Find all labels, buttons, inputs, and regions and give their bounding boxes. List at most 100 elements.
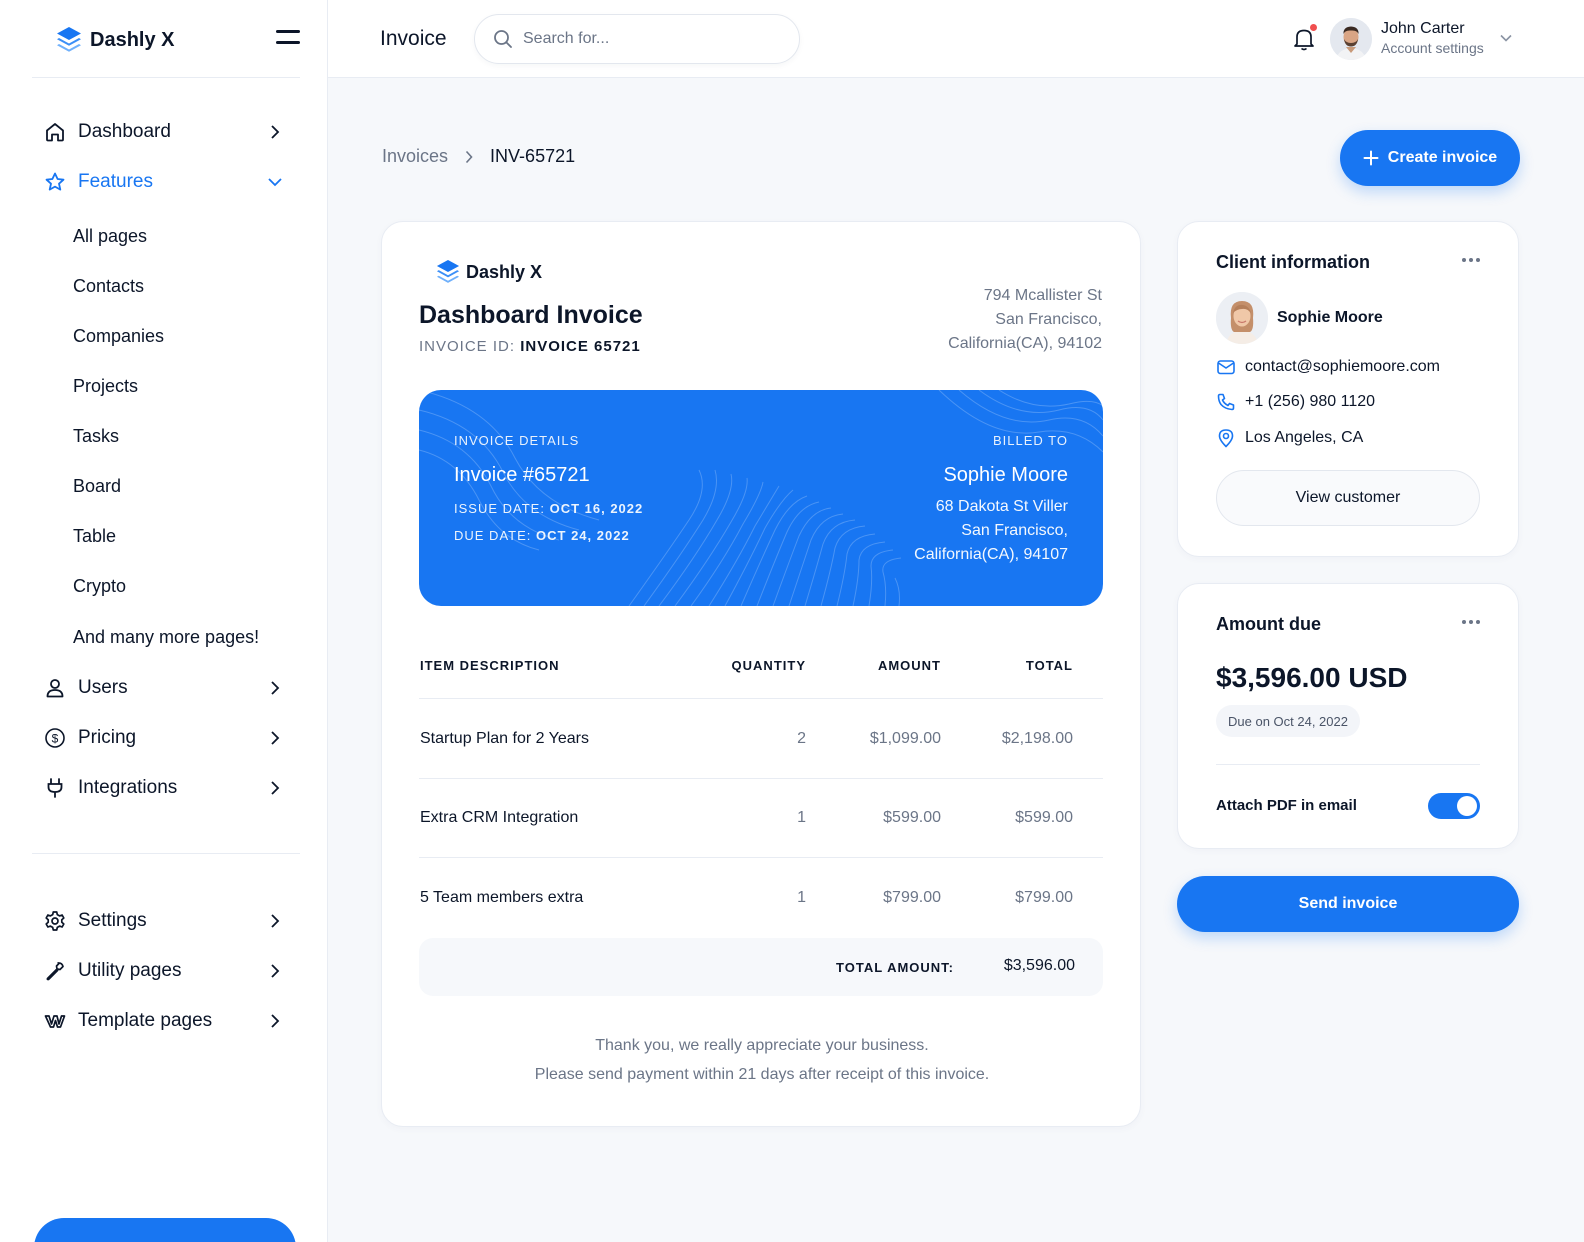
row-3-amount: $799.00 [883, 889, 941, 906]
column-header-amount: AMOUNT [877, 658, 941, 673]
total-amount-bar: TOTAL AMOUNT: $3,596.00 [419, 938, 1103, 996]
gear-icon [44, 910, 66, 932]
sidebar-subitem-all-pages[interactable]: All pages [73, 224, 147, 248]
search-box[interactable] [474, 14, 800, 64]
column-header-quantity: QUANTITY [731, 658, 806, 673]
chevron-right-icon [271, 681, 280, 695]
sidebar-subitem-companies[interactable]: Companies [73, 324, 164, 348]
user-name[interactable]: John Carter [1381, 20, 1465, 38]
menu-toggle-icon[interactable] [276, 30, 300, 48]
page-title: Invoice [380, 27, 447, 50]
attach-pdf-label: Attach PDF in email [1216, 797, 1357, 814]
table-divider [419, 857, 1103, 858]
row-3-description: 5 Team members extra [420, 889, 584, 906]
sidebar-item-pricing[interactable]: $ Pricing [44, 723, 284, 753]
sidebar-logo[interactable]: Dashly X [56, 24, 302, 56]
sidebar-item-integrations[interactable]: Integrations [44, 773, 284, 803]
create-invoice-button[interactable]: Create invoice [1340, 130, 1520, 186]
invoice-card: Dashly X Dashboard Invoice INVOICE ID: I… [381, 221, 1141, 1127]
billed-name: Sophie Moore [943, 464, 1068, 486]
user-icon [44, 677, 66, 699]
layers-logo-icon [436, 260, 460, 283]
billed-address: 68 Dakota St Viller San Francisco, Calif… [914, 498, 1068, 563]
invoice-id: INVOICE ID: INVOICE 65721 [419, 338, 641, 355]
row-3-total: $799.00 [1015, 889, 1073, 906]
invoice-details-panel: INVOICE DETAILS Invoice #65721 ISSUE DAT… [419, 390, 1103, 606]
billed-to: BILLED TO Sophie Moore 68 Dakota St Vill… [914, 433, 1068, 567]
sidebar-subitem-board[interactable]: Board [73, 474, 121, 498]
row-3-quantity: 1 [797, 889, 806, 906]
sidebar: Dashly X Dashboard Features All pages Co… [0, 0, 328, 1242]
sidebar-item-template-pages[interactable]: Template pages [44, 1006, 284, 1036]
avatar[interactable] [1330, 18, 1372, 60]
sidebar-subitem-more-pages[interactable]: And many more pages! [73, 625, 259, 649]
card-divider [1216, 764, 1480, 765]
invoice-details: INVOICE DETAILS Invoice #65721 ISSUE DAT… [454, 433, 643, 543]
sidebar-item-users[interactable]: Users [44, 673, 284, 703]
chevron-down-icon[interactable] [1498, 32, 1514, 44]
chevron-right-icon [271, 914, 280, 928]
payment-note: Please send payment within 21 days after… [534, 1066, 990, 1083]
invoice-number: Invoice #65721 [454, 464, 590, 486]
client-information-title: Client information [1216, 252, 1370, 272]
breadcrumb-invoices[interactable]: Invoices [382, 146, 448, 167]
company-address: 794 Mcallister St San Francisco, Califor… [948, 287, 1102, 352]
amount-due-title: Amount due [1216, 614, 1321, 634]
due-date: DUE DATE: OCT 24, 2022 [454, 528, 630, 543]
chevron-right-icon [271, 731, 280, 745]
amount-due-card: Amount due $3,596.00 USD Due on Oct 24, … [1177, 583, 1519, 849]
breadcrumb-current: INV-65721 [490, 146, 576, 166]
send-invoice-button[interactable]: Send invoice [1177, 876, 1519, 932]
client-phone[interactable]: +1 (256) 980 1120 [1245, 393, 1375, 411]
sidebar-bottom-button[interactable] [34, 1218, 296, 1242]
plug-icon [44, 777, 66, 799]
client-information-card: Client information Sophie Moore contact@… [1177, 221, 1519, 557]
sidebar-item-features[interactable]: Features [44, 167, 284, 197]
row-2-amount: $599.00 [883, 809, 941, 826]
sidebar-item-label: Features [78, 171, 153, 192]
svg-text:$: $ [52, 732, 59, 746]
invoice-title: Dashboard Invoice [419, 301, 643, 329]
sidebar-subitem-tasks[interactable]: Tasks [73, 424, 119, 448]
sidebar-subitem-crypto[interactable]: Crypto [73, 574, 126, 598]
row-2-total: $599.00 [1015, 809, 1073, 826]
notification-dot [1310, 24, 1317, 31]
row-2-description: Extra CRM Integration [420, 809, 579, 826]
row-2-quantity: 1 [797, 809, 806, 826]
billed-to-label: BILLED TO [993, 433, 1068, 448]
home-icon [44, 121, 66, 143]
client-email[interactable]: contact@sophiemoore.com [1245, 358, 1440, 376]
sidebar-item-settings[interactable]: Settings [44, 906, 284, 936]
sidebar-subitem-contacts[interactable]: Contacts [73, 274, 144, 298]
invoice-logo: Dashly X [436, 259, 542, 285]
sidebar-divider [32, 853, 300, 854]
attach-pdf-toggle[interactable] [1428, 793, 1480, 819]
row-1-quantity: 2 [797, 730, 806, 747]
search-input[interactable] [523, 30, 773, 48]
plus-icon [1363, 150, 1379, 166]
column-header-total: TOTAL [1025, 658, 1073, 673]
client-phone-row: +1 (256) 980 1120 [1216, 392, 1375, 412]
sidebar-item-label: Integrations [78, 777, 178, 798]
chevron-right-icon [271, 964, 280, 978]
amount-due-value: $3,596.00 USD [1216, 662, 1408, 693]
chevron-right-icon [465, 150, 473, 163]
sidebar-item-dashboard[interactable]: Dashboard [44, 117, 284, 147]
more-options-icon[interactable] [1462, 620, 1480, 626]
sidebar-item-label: Pricing [78, 727, 137, 748]
more-options-icon[interactable] [1462, 258, 1480, 264]
sidebar-subitem-table[interactable]: Table [73, 524, 116, 548]
mail-icon [1216, 357, 1236, 377]
sidebar-item-utility-pages[interactable]: Utility pages [44, 956, 284, 986]
wrench-icon [44, 960, 66, 982]
star-icon [44, 171, 66, 193]
dollar-icon: $ [44, 727, 66, 749]
sidebar-subitem-projects[interactable]: Projects [73, 374, 138, 398]
issue-date: ISSUE DATE: OCT 16, 2022 [454, 501, 644, 516]
search-icon [494, 30, 512, 48]
total-amount-value: $3,596.00 [1003, 957, 1075, 974]
view-customer-button[interactable]: View customer [1216, 470, 1480, 526]
toggle-knob [1457, 796, 1477, 816]
account-settings-link[interactable]: Account settings [1381, 40, 1484, 56]
brand-name: Dashly X [466, 261, 543, 282]
